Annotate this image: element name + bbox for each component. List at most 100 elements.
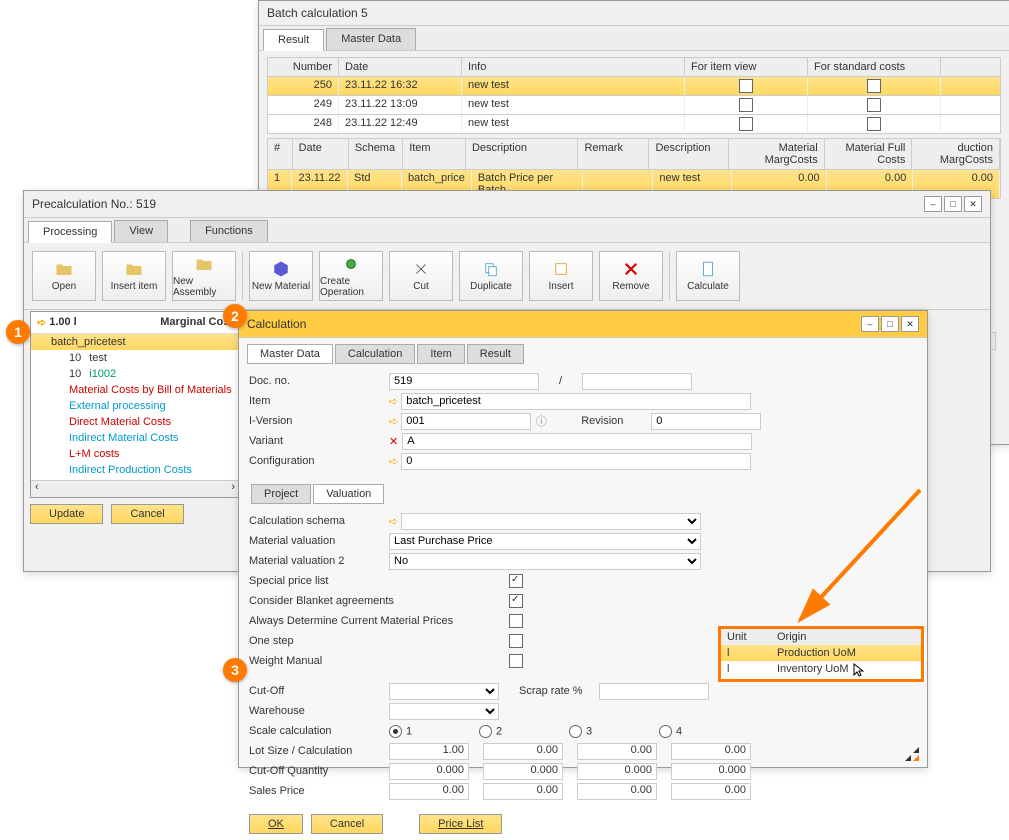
precalc-tabs: Processing View Functions [24,218,990,243]
checkbox[interactable] [509,614,523,628]
cut-button[interactable]: Cut [389,251,453,301]
batch-row-1[interactable]: 250 23.11.22 16:32 new test [267,77,1001,96]
info-icon[interactable]: ⓘ [531,413,551,429]
checkbox-itemview-3[interactable] [739,117,753,131]
close-icon[interactable]: ✕ [901,316,919,332]
scale-radio-1[interactable] [389,725,402,738]
batch-row-2[interactable]: 249 23.11.22 13:09 new test [267,96,1001,115]
calc-window-buttons: – □ ✕ [861,316,919,332]
checkbox-itemview-1[interactable] [739,79,753,93]
calculate-button[interactable]: Calculate [676,251,740,301]
create-operation-button[interactable]: Create Operation [319,251,383,301]
popup-row-inventory[interactable]: lInventory UoM [721,661,921,679]
numeric-input[interactable]: 0.000 [389,763,469,780]
batch-result-grid: Number Date Info For item view For stand… [267,57,1001,134]
revision-input[interactable] [651,413,761,430]
scale-radio-2[interactable] [479,725,492,738]
variant-input[interactable] [402,433,752,450]
checkbox[interactable] [509,634,523,648]
link-arrow-icon[interactable]: ➪ [389,395,398,408]
tab-processing[interactable]: Processing [28,221,112,243]
tab-functions[interactable]: Functions [190,220,268,242]
subtab-project[interactable]: Project [251,484,311,504]
new-assembly-button[interactable]: New Assembly [172,251,236,301]
calc-titlebar[interactable]: Calculation – □ ✕ [239,311,927,338]
batch-row-3[interactable]: 248 23.11.22 12:49 new test [267,115,1001,134]
tree-item[interactable]: Material Costs by Bill of Materials [31,382,239,398]
scrap-input[interactable] [599,683,709,700]
minimize-icon[interactable]: – [924,196,942,212]
ok-button[interactable]: OK [249,814,303,834]
numeric-input[interactable]: 1.00 [389,743,469,760]
docno-input[interactable] [389,373,539,390]
tree-root[interactable]: batch_pricetest [31,334,239,350]
tab-master-data[interactable]: Master Data [326,28,416,50]
cancel-button[interactable]: Cancel [311,814,383,834]
maximize-icon[interactable]: □ [944,196,962,212]
tree-item[interactable]: 10test [31,350,239,366]
numeric-input[interactable]: 0.00 [671,743,751,760]
popup-row-production[interactable]: lProduction UoM [721,645,921,661]
tab-master-data[interactable]: Master Data [247,344,333,364]
numeric-input[interactable]: 0.00 [483,743,563,760]
tree-item[interactable]: Direct Material Costs [31,414,239,430]
tree-item[interactable]: L+M costs [31,446,239,462]
remove-button[interactable]: Remove [599,251,663,301]
matval-select[interactable]: Last Purchase Price [389,533,701,550]
tree-item[interactable]: Indirect Material Costs [31,430,239,446]
open-button[interactable]: Open [32,251,96,301]
batch-title: Batch calculation 5 [267,6,368,20]
revision-label: Revision [581,415,651,427]
numeric-input[interactable]: 0.00 [483,783,563,800]
update-button[interactable]: Update [30,504,103,524]
pricelist-button[interactable]: Price List [419,814,502,834]
insert-item-button[interactable]: Insert item [102,251,166,301]
resize-grip-icon[interactable] [905,747,919,761]
close-icon[interactable]: ✕ [964,196,982,212]
checkbox-itemview-2[interactable] [739,98,753,112]
cutoff-select[interactable] [389,683,499,700]
new-material-button[interactable]: New Material [249,251,313,301]
tab-calculation[interactable]: Calculation [335,344,415,364]
minimize-icon[interactable]: – [861,316,879,332]
numeric-input[interactable]: 0.00 [389,783,469,800]
scale-radio-3[interactable] [569,725,582,738]
numeric-input[interactable]: 0.00 [671,783,751,800]
tree-item[interactable]: 10i1002 [31,366,239,382]
tree-scroll-h[interactable]: ‹› [31,480,239,497]
numeric-input[interactable]: 0.00 [577,783,657,800]
schema-select[interactable] [401,513,701,530]
maximize-icon[interactable]: □ [881,316,899,332]
link-arrow-icon[interactable]: ➪ [389,455,398,468]
scale-radio-4[interactable] [659,725,672,738]
checkbox[interactable] [509,654,523,668]
numeric-input[interactable]: 0.000 [577,763,657,780]
numeric-input[interactable]: 0.000 [671,763,751,780]
insert-button[interactable]: Insert [529,251,593,301]
checkbox-stdcosts-1[interactable] [867,79,881,93]
cancel-button[interactable]: Cancel [111,504,183,524]
numeric-input[interactable]: 0.000 [483,763,563,780]
schema-label: Calculation schema [249,515,389,527]
checkbox-stdcosts-3[interactable] [867,117,881,131]
tab-view[interactable]: View [114,220,168,242]
checkbox[interactable] [509,594,523,608]
tree-item[interactable]: Indirect Production Costs [31,462,239,478]
subtab-valuation[interactable]: Valuation [313,484,384,504]
checkbox[interactable] [509,574,523,588]
config-input[interactable] [401,453,751,470]
numeric-input[interactable]: 0.00 [577,743,657,760]
link-arrow-icon[interactable]: ➪ [389,415,398,428]
matval2-select[interactable]: No [389,553,701,570]
tab-result[interactable]: Result [263,29,324,51]
tab-result[interactable]: Result [467,344,524,364]
warehouse-select[interactable] [389,703,499,720]
iversion-input[interactable] [401,413,531,430]
checkbox-stdcosts-2[interactable] [867,98,881,112]
link-arrow-icon[interactable]: ➪ [389,515,398,528]
tab-item[interactable]: Item [417,344,464,364]
docno-input-2[interactable] [582,373,692,390]
duplicate-button[interactable]: Duplicate [459,251,523,301]
item-input[interactable] [401,393,751,410]
tree-item[interactable]: External processing [31,398,239,414]
